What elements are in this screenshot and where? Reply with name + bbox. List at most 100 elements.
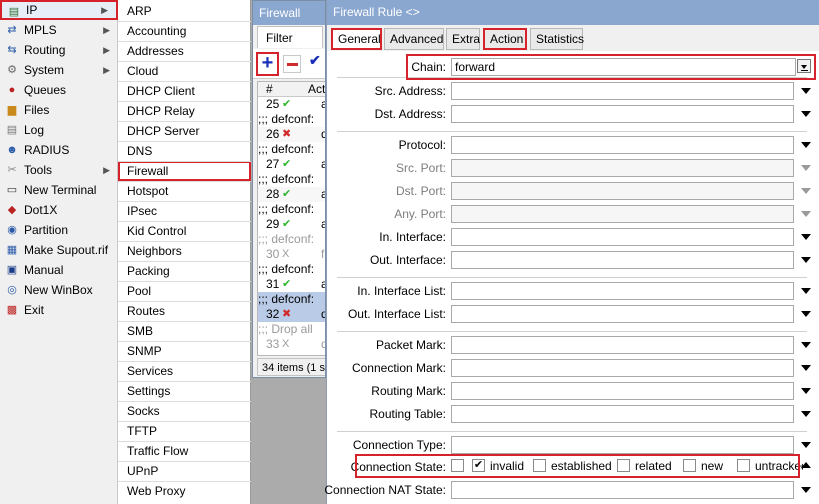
table-row[interactable]: 26✖d bbox=[258, 127, 325, 142]
chevron-down-icon[interactable] bbox=[801, 311, 811, 317]
dst-address-field[interactable] bbox=[451, 105, 794, 123]
rule-comment-row[interactable]: ;;; defconf: bbox=[258, 262, 325, 277]
main-menu-item-queues[interactable]: ● Queues bbox=[0, 80, 118, 100]
rule-action: f bbox=[321, 247, 325, 261]
chevron-up-icon[interactable] bbox=[801, 462, 811, 468]
menu-separator bbox=[118, 21, 251, 22]
chevron-down-icon[interactable] bbox=[801, 288, 811, 294]
add-rule-button[interactable]: + bbox=[256, 52, 279, 76]
table-row[interactable]: 25✔a bbox=[258, 97, 325, 112]
rule-comment-row[interactable]: ;;; defconf: bbox=[258, 142, 325, 157]
table-row[interactable]: 33Xd bbox=[258, 337, 325, 352]
ip-menu-item-routes[interactable]: Routes bbox=[118, 301, 251, 321]
main-menu-item-routing[interactable]: ⇆ Routing ▶ bbox=[0, 40, 118, 60]
main-menu-item-tools[interactable]: ✂ Tools ▶ bbox=[0, 160, 118, 180]
tab-general[interactable]: General bbox=[331, 28, 382, 50]
out-interface-field[interactable] bbox=[451, 251, 794, 269]
main-menu-item-new-terminal[interactable]: ▭ New Terminal bbox=[0, 180, 118, 200]
rule-comment-row[interactable]: ;;; Drop all bbox=[258, 322, 325, 337]
out-interface-list-field[interactable] bbox=[451, 305, 794, 323]
table-row[interactable]: 30 Xf bbox=[258, 247, 325, 262]
ip-menu-item-addresses[interactable]: Addresses bbox=[118, 41, 251, 61]
table-row[interactable]: 31✔a bbox=[258, 277, 325, 292]
routing-table-field[interactable] bbox=[451, 405, 794, 423]
chevron-down-icon[interactable] bbox=[801, 342, 811, 348]
chevron-down-icon[interactable] bbox=[801, 411, 811, 417]
main-menu-item-files[interactable]: ▆ Files bbox=[0, 100, 118, 120]
main-menu-item-manual[interactable]: ▣ Manual bbox=[0, 260, 118, 280]
main-menu-item-partition[interactable]: ◉ Partition bbox=[0, 220, 118, 240]
main-menu-item-make-supout-rif[interactable]: ▦ Make Supout.rif bbox=[0, 240, 118, 260]
ip-menu-item-firewall[interactable]: Firewall bbox=[118, 161, 251, 181]
chevron-down-icon[interactable] bbox=[801, 442, 811, 448]
src-address-field[interactable] bbox=[451, 82, 794, 100]
tab-statistics[interactable]: Statistics bbox=[530, 28, 584, 50]
main-menu-item-dot1x[interactable]: ◆ Dot1X bbox=[0, 200, 118, 220]
in-interface-list-field[interactable] bbox=[451, 282, 794, 300]
chevron-down-icon[interactable] bbox=[801, 111, 811, 117]
connection-nat-state-field[interactable] bbox=[451, 481, 794, 499]
ip-menu-item-neighbors[interactable]: Neighbors bbox=[118, 241, 251, 261]
ip-menu-item-dhcp-server[interactable]: DHCP Server bbox=[118, 121, 251, 141]
column-header-number[interactable]: # bbox=[266, 82, 273, 97]
rule-comment-row[interactable]: ;;; defconf: bbox=[258, 112, 325, 127]
ip-menu-item-arp[interactable]: ARP bbox=[118, 1, 251, 21]
tab-filter-rules[interactable]: Filter Rules bbox=[257, 26, 323, 67]
ip-menu-item-socks[interactable]: Socks bbox=[118, 401, 251, 421]
main-menu-item-radius[interactable]: ☻ RADIUS bbox=[0, 140, 118, 160]
rule-comment-row[interactable]: ;;; defconf: bbox=[258, 232, 325, 247]
ip-menu-item-smb[interactable]: SMB bbox=[118, 321, 251, 341]
ip-menu-item-snmp[interactable]: SNMP bbox=[118, 341, 251, 361]
tab-action[interactable]: Action bbox=[483, 28, 527, 50]
main-menu-item-mpls[interactable]: ⇄ MPLS ▶ bbox=[0, 20, 118, 40]
table-row[interactable]: 29✔a bbox=[258, 217, 325, 232]
ip-menu-item-cloud[interactable]: Cloud bbox=[118, 61, 251, 81]
any-port-field bbox=[451, 205, 794, 223]
ip-menu-item-dhcp-client[interactable]: DHCP Client bbox=[118, 81, 251, 101]
tab-advanced[interactable]: Advanced bbox=[384, 28, 444, 50]
ip-menu-item-dns[interactable]: DNS bbox=[118, 141, 251, 161]
chevron-down-icon[interactable] bbox=[801, 142, 811, 148]
tab-extra[interactable]: Extra bbox=[446, 28, 480, 50]
ip-menu-item-dhcp-relay[interactable]: DHCP Relay bbox=[118, 101, 251, 121]
table-row[interactable]: 32✖d bbox=[258, 307, 325, 322]
ip-menu-item-ipsec[interactable]: IPsec bbox=[118, 201, 251, 221]
ip-menu-item-services[interactable]: Services bbox=[118, 361, 251, 381]
rule-comment-row[interactable]: ;;; defconf: bbox=[258, 202, 325, 217]
in-interface-field[interactable] bbox=[451, 228, 794, 246]
ip-menu-item-hotspot[interactable]: Hotspot bbox=[118, 181, 251, 201]
main-menu-item-log[interactable]: ▤ Log bbox=[0, 120, 118, 140]
protocol-field[interactable] bbox=[451, 136, 794, 154]
ip-menu-item-tftp[interactable]: TFTP bbox=[118, 421, 251, 441]
rule-comment-row[interactable]: ;;; defconf: bbox=[258, 172, 325, 187]
ip-menu-item-accounting[interactable]: Accounting bbox=[118, 21, 251, 41]
table-row[interactable]: 27✔a bbox=[258, 157, 325, 172]
ip-menu-item-kid-control[interactable]: Kid Control bbox=[118, 221, 251, 241]
chevron-down-icon[interactable] bbox=[801, 88, 811, 94]
routing-mark-field[interactable] bbox=[451, 382, 794, 400]
table-row[interactable]: 28✔a bbox=[258, 187, 325, 202]
chevron-down-icon[interactable] bbox=[801, 257, 811, 263]
connection-mark-field[interactable] bbox=[451, 359, 794, 377]
chevron-down-icon[interactable] bbox=[801, 388, 811, 394]
chevron-down-icon[interactable] bbox=[801, 487, 811, 493]
packet-mark-field[interactable] bbox=[451, 336, 794, 354]
ip-menu-item-upnp[interactable]: UPnP bbox=[118, 461, 251, 481]
column-header-action[interactable]: Actio bbox=[308, 82, 325, 97]
main-menu-item-system[interactable]: ⚙ System ▶ bbox=[0, 60, 118, 80]
ip-menu-item-packing[interactable]: Packing bbox=[118, 261, 251, 281]
main-menu-item-ip[interactable]: ▤ IP ▶ bbox=[0, 0, 118, 20]
connection-type-field[interactable] bbox=[451, 436, 794, 454]
main-menu-item-new-winbox[interactable]: ◎ New WinBox bbox=[0, 280, 118, 300]
enable-rule-button[interactable]: ✔ bbox=[309, 52, 321, 69]
chevron-down-icon[interactable] bbox=[801, 365, 811, 371]
rule-comment-row[interactable]: ;;; defconf: bbox=[258, 292, 325, 307]
ip-menu-item-pool[interactable]: Pool bbox=[118, 281, 251, 301]
ip-submenu: ARP Accounting Addresses Cloud DHCP Client DH… bbox=[118, 0, 251, 504]
chevron-down-icon[interactable] bbox=[801, 234, 811, 240]
ip-menu-item-web-proxy[interactable]: Web Proxy bbox=[118, 481, 251, 501]
main-menu-item-exit[interactable]: ▩ Exit bbox=[0, 300, 118, 320]
remove-rule-button[interactable] bbox=[283, 55, 301, 73]
ip-menu-item-settings[interactable]: Settings bbox=[118, 381, 251, 401]
ip-menu-item-traffic-flow[interactable]: Traffic Flow bbox=[118, 441, 251, 461]
